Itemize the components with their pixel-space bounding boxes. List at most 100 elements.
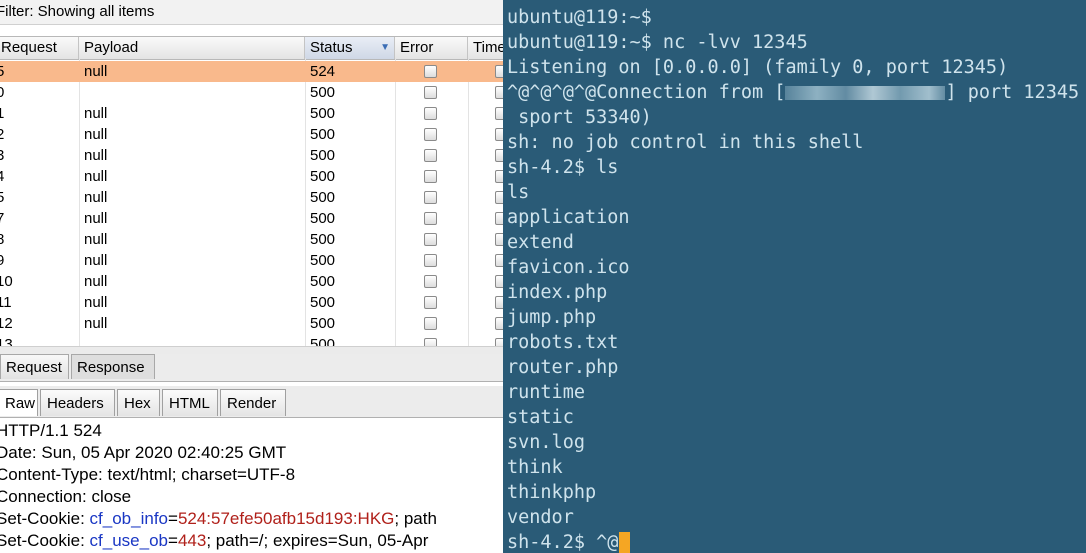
column-header-status[interactable]: Status ▼	[305, 37, 395, 59]
tab-headers-label: Headers	[47, 395, 104, 412]
timeout-checkbox[interactable]	[495, 233, 503, 246]
filter-text: Filter: Showing all items	[0, 3, 155, 20]
cell-request: 11	[0, 294, 12, 311]
tab-render[interactable]: Render	[220, 389, 286, 416]
table-row[interactable]: 12 null 500	[0, 313, 503, 334]
timeout-checkbox[interactable]	[495, 191, 503, 204]
error-checkbox[interactable]	[424, 170, 437, 183]
burp-intruder-results-pane: Filter: Showing all items Request Payloa…	[0, 0, 503, 553]
tab-response[interactable]: Response	[71, 354, 155, 379]
timeout-checkbox[interactable]	[495, 275, 503, 288]
error-checkbox[interactable]	[424, 149, 437, 162]
cell-payload: null	[84, 105, 108, 122]
error-checkbox[interactable]	[424, 212, 437, 225]
terminal-prompt-line[interactable]: sh-4.2$ ^@	[507, 530, 631, 553]
timeout-checkbox[interactable]	[495, 128, 503, 141]
cookie-attributes: ; path	[394, 509, 437, 528]
table-header: Request Payload Status ▼ Error Time	[0, 36, 503, 60]
cell-payload: null	[84, 210, 108, 227]
tab-hex[interactable]: Hex	[117, 389, 160, 416]
cookie-equals: =	[168, 509, 178, 528]
table-row[interactable]: 3 null 500	[0, 145, 503, 166]
timeout-checkbox[interactable]	[495, 65, 503, 78]
timeout-checkbox[interactable]	[495, 338, 503, 346]
table-row[interactable]: 8 null 500	[0, 229, 503, 250]
terminal-line: ubuntu@119:~$	[507, 7, 652, 28]
cell-payload: null	[84, 294, 108, 311]
cell-payload: null	[84, 315, 108, 332]
cookie-attributes: ; path=/; expires=Sun, 05-Apr	[206, 531, 429, 550]
terminal-line: favicon.ico	[507, 257, 630, 278]
table-row[interactable]: 10 null 500	[0, 271, 503, 292]
terminal-line: vendor	[507, 507, 574, 528]
terminal-window[interactable]: ubuntu@119:~$ ubuntu@119:~$ nc -lvv 1234…	[503, 0, 1086, 553]
column-header-status-label: Status	[310, 39, 353, 56]
error-checkbox[interactable]	[424, 233, 437, 246]
text-cursor	[619, 532, 631, 553]
table-row[interactable]: 13 500	[0, 334, 503, 346]
cell-payload: null	[84, 168, 108, 185]
table-row[interactable]: 7 null 500	[0, 208, 503, 229]
tab-html-label: HTML	[169, 395, 210, 412]
column-header-timeout-label: Time	[473, 39, 503, 56]
tab-html[interactable]: HTML	[162, 389, 218, 416]
error-checkbox[interactable]	[424, 296, 437, 309]
error-checkbox[interactable]	[424, 275, 437, 288]
error-checkbox[interactable]	[424, 338, 437, 346]
cell-status: 500	[310, 147, 336, 164]
column-header-payload[interactable]: Payload	[79, 37, 305, 59]
table-row[interactable]: 0 500	[0, 82, 503, 103]
cell-request: 2	[0, 126, 5, 143]
tab-raw-label: Raw	[5, 395, 36, 412]
tab-raw[interactable]: Raw	[0, 389, 38, 416]
timeout-checkbox[interactable]	[495, 212, 503, 225]
table-row[interactable]: 5 null 524	[0, 61, 503, 82]
table-row[interactable]: 1 null 500	[0, 103, 503, 124]
error-checkbox[interactable]	[424, 128, 437, 141]
response-set-cookie-header: Set-Cookie: cf_use_ob=443; path=/; expir…	[0, 530, 503, 552]
tab-headers[interactable]: Headers	[40, 389, 115, 416]
terminal-line: router.php	[507, 357, 619, 378]
error-checkbox[interactable]	[424, 86, 437, 99]
cell-status: 500	[310, 105, 336, 122]
filter-bar[interactable]: Filter: Showing all items	[0, 0, 503, 25]
terminal-line: extend	[507, 232, 574, 253]
tab-request-label: Request	[6, 359, 62, 376]
cookie-name: cf_ob_info	[89, 509, 168, 528]
table-row[interactable]: 2 null 500	[0, 124, 503, 145]
table-row[interactable]: 9 null 500	[0, 250, 503, 271]
timeout-checkbox[interactable]	[495, 149, 503, 162]
timeout-checkbox[interactable]	[495, 107, 503, 120]
cell-status: 500	[310, 252, 336, 269]
header-name: Set-Cookie:	[0, 531, 90, 550]
cell-payload: null	[84, 63, 108, 80]
cell-request: 5	[0, 189, 5, 206]
timeout-checkbox[interactable]	[495, 170, 503, 183]
cell-status: 500	[310, 315, 336, 332]
cell-request: 9	[0, 252, 5, 269]
timeout-checkbox[interactable]	[495, 296, 503, 309]
timeout-checkbox[interactable]	[495, 317, 503, 330]
error-checkbox[interactable]	[424, 65, 437, 78]
raw-response-text[interactable]: HTTP/1.1 524 Date: Sun, 05 Apr 2020 02:4…	[0, 420, 503, 552]
view-tabs: Raw Headers Hex HTML Render	[0, 386, 503, 418]
error-checkbox[interactable]	[424, 254, 437, 267]
table-row[interactable]: 4 null 500	[0, 166, 503, 187]
timeout-checkbox[interactable]	[495, 86, 503, 99]
column-header-error[interactable]: Error	[395, 37, 468, 59]
terminal-line: application	[507, 207, 630, 228]
column-header-timeout[interactable]: Time	[468, 37, 503, 59]
table-row[interactable]: 11 null 500	[0, 292, 503, 313]
response-status-line: HTTP/1.1 524	[0, 421, 102, 440]
sort-descending-icon: ▼	[380, 42, 390, 53]
table-row[interactable]: 5 null 500	[0, 187, 503, 208]
cell-payload: null	[84, 189, 108, 206]
column-header-request-label: Request	[1, 39, 57, 56]
error-checkbox[interactable]	[424, 191, 437, 204]
error-checkbox[interactable]	[424, 107, 437, 120]
tab-request[interactable]: Request	[0, 354, 69, 379]
error-checkbox[interactable]	[424, 317, 437, 330]
cell-request: 8	[0, 231, 5, 248]
column-header-request[interactable]: Request	[0, 37, 79, 59]
timeout-checkbox[interactable]	[495, 254, 503, 267]
